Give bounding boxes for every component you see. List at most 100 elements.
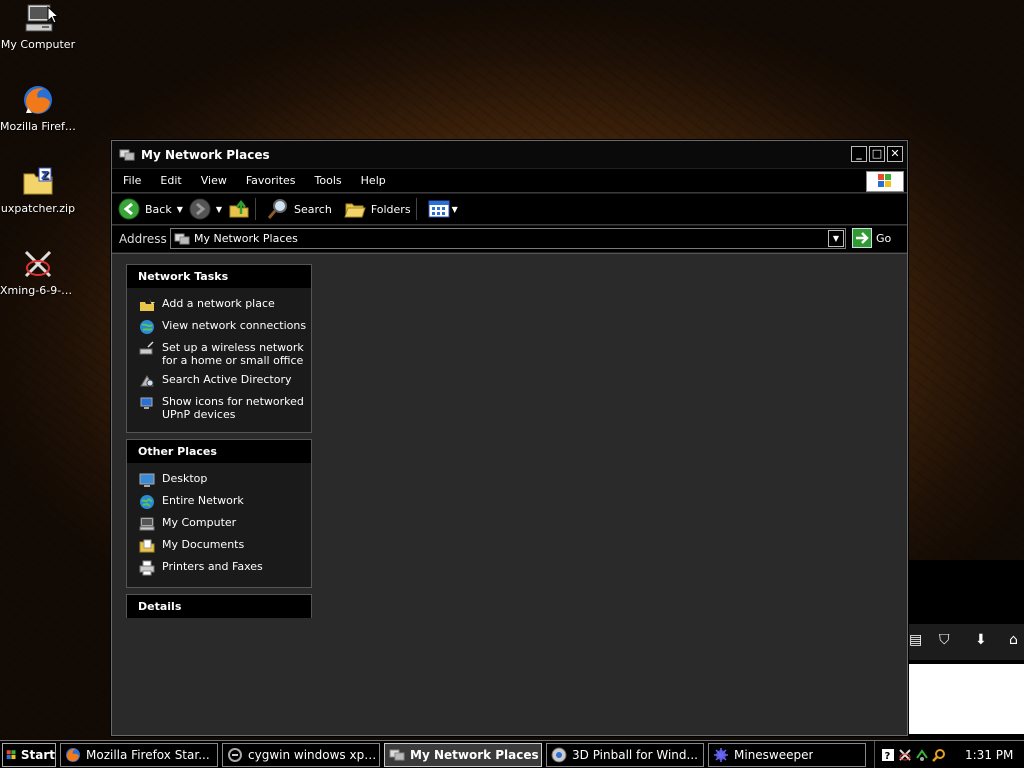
- search-icon: [267, 199, 288, 219]
- menu-view[interactable]: View: [190, 174, 235, 187]
- minimize-button[interactable]: _: [851, 146, 867, 162]
- menu-bar: File Edit View Favorites Tools Help: [112, 169, 907, 193]
- forward-dropdown-icon[interactable]: ▼: [216, 205, 222, 214]
- other-places-panel: Other Places Desktop Entire Network My C…: [126, 439, 312, 588]
- help-icon[interactable]: ?: [881, 748, 895, 762]
- search-tray-icon[interactable]: [932, 748, 946, 762]
- taskbar-item-network-places[interactable]: My Network Places: [384, 742, 542, 767]
- pinball-icon: [551, 747, 567, 762]
- download-icon[interactable]: ⬇: [975, 632, 987, 648]
- xming-tray-icon[interactable]: [898, 748, 912, 762]
- desktop-icon-firefox[interactable]: Mozilla Firefox: [0, 84, 76, 133]
- folders-button[interactable]: Folders: [344, 198, 411, 220]
- forward-button[interactable]: ▼: [189, 198, 222, 220]
- desktop-icon-my-computer[interactable]: My Computer: [0, 2, 76, 51]
- forward-arrow-icon: [189, 198, 211, 220]
- back-label: Back: [145, 202, 172, 216]
- up-folder-button[interactable]: [228, 198, 250, 220]
- address-bar: Address My Network Places ▼ Go: [112, 226, 907, 252]
- other-places-header[interactable]: Other Places: [127, 440, 311, 463]
- taskbar-item-label: 3D Pinball for Wind...: [572, 747, 698, 762]
- window-controls: _ □ ✕: [851, 146, 903, 162]
- pocket-icon[interactable]: ⛉: [939, 632, 950, 648]
- reader-icon[interactable]: ▤: [909, 632, 922, 648]
- system-tray: ? 1:31 PM: [874, 741, 1024, 768]
- add-network-place-icon: [140, 298, 155, 311]
- task-show-upnp-devices[interactable]: Show icons for networked UPnP devices: [127, 392, 311, 424]
- menu-edit[interactable]: Edit: [149, 174, 189, 187]
- task-search-active-directory[interactable]: Search Active Directory: [127, 370, 311, 392]
- taskbar-item-label: My Network Places: [410, 747, 539, 762]
- maximize-button[interactable]: □: [869, 146, 885, 162]
- close-button[interactable]: ✕: [887, 146, 903, 162]
- task-add-network-place[interactable]: Add a network place: [127, 294, 311, 316]
- taskbar-item-minesweeper[interactable]: Minesweeper: [708, 742, 866, 767]
- background-firefox-window[interactable]: ▤ ⛉ ⬇ ⌂: [909, 560, 1024, 740]
- search-label: Search: [294, 202, 332, 216]
- start-button[interactable]: Start: [2, 742, 56, 767]
- place-my-computer[interactable]: My Computer: [127, 513, 311, 535]
- my-documents-icon: [139, 539, 155, 553]
- desktop-icon-uxpatcher[interactable]: Z uxpatcher.zip: [0, 166, 76, 215]
- back-dropdown-icon[interactable]: ▼: [177, 205, 183, 214]
- start-label: Start: [20, 747, 55, 762]
- my-computer-icon: [139, 517, 155, 531]
- firefox-page-area: [909, 664, 1024, 734]
- taskbar-item-firefox[interactable]: Mozilla Firefox Star...: [60, 742, 218, 767]
- views-button[interactable]: ▼: [428, 200, 458, 218]
- home-icon[interactable]: ⌂: [1009, 632, 1018, 648]
- desktop-icon: [139, 473, 155, 487]
- taskbar-item-label: Mozilla Firefox Star...: [86, 747, 210, 762]
- go-button[interactable]: Go: [852, 228, 891, 248]
- svg-text:Z: Z: [41, 169, 49, 182]
- place-my-documents[interactable]: My Documents: [127, 535, 311, 557]
- zip-folder-icon: Z: [23, 167, 53, 195]
- network-places-icon: [389, 749, 405, 760]
- windows-logo: [866, 171, 904, 192]
- address-value: My Network Places: [194, 232, 298, 245]
- upnp-icon: [140, 397, 153, 409]
- address-field[interactable]: My Network Places ▼: [170, 228, 846, 249]
- place-printers-and-faxes[interactable]: Printers and Faxes: [127, 557, 311, 579]
- back-button[interactable]: Back ▼: [118, 198, 183, 220]
- place-entire-network[interactable]: Entire Network: [127, 491, 311, 513]
- cygwin-icon: [228, 747, 242, 762]
- task-view-network-connections[interactable]: View network connections: [127, 316, 311, 338]
- standard-toolbar: Back ▼ ▼ Search Folders ▼: [112, 194, 907, 225]
- task-label: Show icons for networked UPnP devices: [162, 395, 304, 421]
- task-setup-wireless[interactable]: Set up a wireless network for a home or …: [127, 338, 311, 370]
- taskbar-item-cygwin[interactable]: cygwin windows xp ...: [222, 742, 380, 767]
- task-label: View network connections: [162, 319, 307, 332]
- address-dropdown-icon[interactable]: ▼: [828, 230, 844, 247]
- network-tray-icon[interactable]: [915, 748, 929, 762]
- firefox-toolbar: [909, 624, 1024, 660]
- task-label: Search Active Directory: [162, 373, 292, 386]
- content-area: Network Tasks Add a network place View n…: [112, 253, 907, 735]
- details-header[interactable]: Details: [127, 595, 311, 618]
- clock[interactable]: 1:31 PM: [965, 748, 1013, 762]
- views-icon: [428, 200, 450, 218]
- mouse-cursor-icon: [47, 6, 59, 24]
- menu-favorites[interactable]: Favorites: [235, 174, 304, 187]
- network-tasks-panel: Network Tasks Add a network place View n…: [126, 264, 312, 433]
- up-folder-icon: [229, 199, 249, 218]
- wireless-icon: [139, 341, 154, 355]
- title-bar[interactable]: My Network Places _ □ ✕: [112, 141, 907, 168]
- menu-tools[interactable]: Tools: [304, 174, 350, 187]
- desktop-icon-xming[interactable]: Xming-6-9-0-...: [0, 248, 76, 297]
- search-button[interactable]: Search: [267, 198, 332, 220]
- menu-file[interactable]: File: [112, 174, 149, 187]
- place-desktop[interactable]: Desktop: [127, 469, 311, 491]
- windows-flag-icon: [6, 749, 16, 759]
- menu-help[interactable]: Help: [350, 174, 394, 187]
- address-label: Address: [119, 232, 167, 246]
- taskbar-item-pinball[interactable]: 3D Pinball for Wind...: [546, 742, 704, 767]
- place-label: My Computer: [162, 516, 237, 529]
- entire-network-icon: [140, 495, 154, 509]
- go-label: Go: [876, 231, 892, 245]
- network-tasks-header[interactable]: Network Tasks: [127, 265, 311, 288]
- firefox-icon: [66, 747, 80, 762]
- views-dropdown-icon[interactable]: ▼: [452, 205, 458, 214]
- network-connections-icon: [140, 320, 154, 334]
- desktop-icon-label: My Computer: [0, 38, 76, 51]
